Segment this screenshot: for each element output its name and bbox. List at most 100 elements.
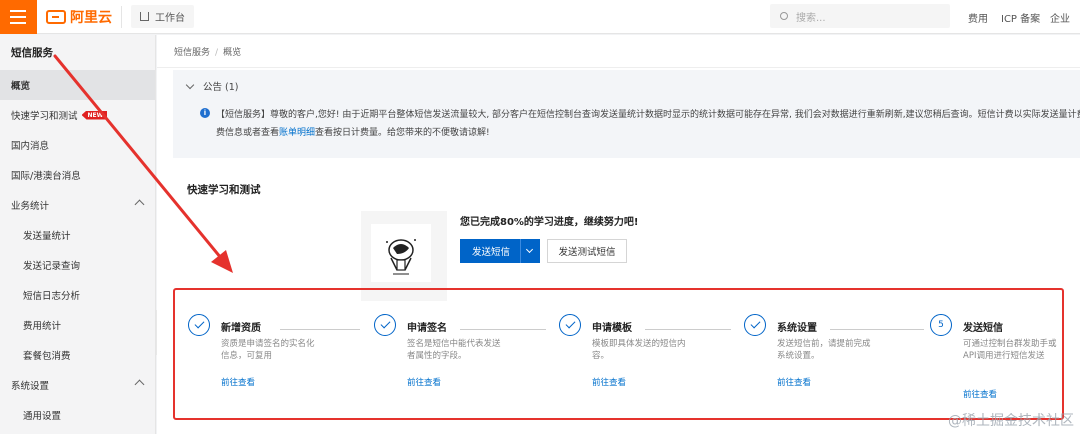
menu-line [10,10,26,12]
step-complete-indicator [744,314,766,336]
search-input[interactable]: 搜索... [770,4,950,28]
sidebar-item-cost-stats[interactable]: 费用统计 [0,310,155,340]
sidebar-item-log-analysis[interactable]: 短信日志分析 [0,280,155,310]
sidebar-item-label: 发送量统计 [23,231,71,242]
info-icon: i [200,108,210,118]
step-view-link[interactable]: 前往查看 [407,376,441,388]
sidebar-item-label: 套餐包消费 [23,351,71,362]
breadcrumb-root[interactable]: 短信服务 [174,48,210,58]
sidebar-item-label: 概览 [11,81,31,92]
announcement-text-line2: 费信息或者查看账单明细查看按日计费量。给您带来的不便敬请谅解! [216,125,490,138]
step-complete-indicator [559,314,581,336]
sidebar-item-label: 发送记录查询 [23,261,81,272]
sidebar-item-quick-learning[interactable]: 快速学习和测试 NEW [0,100,155,130]
sidebar: 短信服务 概览 快速学习和测试 NEW 国内消息 国际/港澳台消息 业务统计 发… [0,35,156,434]
chevron-up-icon [134,379,145,390]
top-link-billing[interactable]: 费用 [968,10,988,25]
sidebar-item-package-usage[interactable]: 套餐包消费 [0,340,155,370]
step-title: 系统设置 [777,323,817,334]
workbench-button[interactable]: 工作台 [131,5,194,28]
illustration-frame [371,224,431,282]
check-icon [750,318,760,329]
step-title: 申请签名 [407,323,447,334]
search-placeholder: 搜索... [796,12,826,24]
check-icon [194,318,204,329]
hamburger-menu-button[interactable] [0,0,37,34]
breadcrumb: 短信服务 / 概览 [174,45,241,58]
aliyun-logo-icon [46,10,66,24]
step-description: 可通过控制台群发助手或API调用进行短信发送 [963,339,1057,361]
sidebar-item-send-records[interactable]: 发送记录查询 [0,250,155,280]
step-title: 新增资质 [221,323,261,334]
chevron-up-icon [134,199,145,210]
step-complete-indicator [188,314,210,336]
step-connector [830,329,924,330]
sidebar-item-label: 短信日志分析 [23,291,81,302]
step-view-link[interactable]: 前往查看 [777,376,811,388]
announcement-toggle[interactable]: 公告 (1) [185,79,239,93]
sidebar-group-system-settings[interactable]: 系统设置 [0,370,155,400]
step-connector [280,329,360,330]
sidebar-item-send-volume[interactable]: 发送量统计 [0,220,155,250]
step-description: 模板即具体发送的短信内容。 [592,339,686,361]
announcement-panel: 公告 (1) i 【短信服务】尊敬的客户,您好! 由于近期平台整体短信发送流量较… [173,70,1080,158]
step-description: 资质是申请签名的实名化信息，可复用 [221,339,315,361]
sidebar-item-domestic[interactable]: 国内消息 [0,130,155,160]
section-title: 快速学习和测试 [187,184,261,196]
step-description: 发送短信前，请提前完成系统设置。 [777,339,871,361]
divider [520,239,521,263]
aliyun-logo[interactable]: 阿里云 [46,8,112,26]
check-icon [380,318,390,329]
step-title: 申请模板 [592,323,632,334]
sidebar-item-overview[interactable]: 概览 [0,70,155,100]
sidebar-item-label: 业务统计 [11,201,50,212]
announcement-text: 查看按日计费量。给您带来的不便敬请谅解! [315,128,490,138]
announcement-header: 公告 (1) [203,82,239,93]
step-complete-indicator [374,314,396,336]
step-number-indicator: 5 [930,314,952,336]
sidebar-item-label: 系统设置 [11,381,50,392]
astronaut-illustration-icon [386,239,416,275]
step-view-link[interactable]: 前往查看 [963,388,997,400]
sidebar-item-label: 快速学习和测试 [11,111,78,122]
sidebar-title: 短信服务 [11,47,53,59]
menu-line [10,22,26,24]
step-view-link[interactable]: 前往查看 [221,376,255,388]
bill-details-link[interactable]: 账单明细 [279,128,315,138]
menu-line [10,16,26,18]
chevron-down-icon[interactable] [525,245,534,254]
announcement-text: 费信息或者查看 [216,128,280,138]
top-link-enterprise[interactable]: 企业 [1050,10,1070,25]
sidebar-item-international[interactable]: 国际/港澳台消息 [0,160,155,190]
step-view-link[interactable]: 前往查看 [592,376,626,388]
top-navbar: 阿里云 工作台 搜索... 费用 ICP 备案 企业 [0,0,1080,34]
breadcrumb-current: 概览 [223,48,242,58]
step-description: 签名是短信中能代表发送者属性的字段。 [407,339,501,361]
sidebar-item-label: 国际/港澳台消息 [11,171,81,182]
workbench-label: 工作台 [155,13,185,24]
learning-progress-text: 您已完成80%的学习进度，继续努力吧! [460,217,639,228]
sidebar-item-label: 费用统计 [23,321,62,332]
check-icon [565,318,575,329]
sidebar-item-general-settings[interactable]: 通用设置 [0,400,155,430]
chevron-down-icon [185,80,195,89]
send-sms-button[interactable]: 发送短信 [460,239,540,263]
main-content: 短信服务 / 概览 公告 (1) i 【短信服务】尊敬的客户,您好! 由于近期平台整… [157,35,1080,434]
send-test-sms-button[interactable]: 发送测试短信 [547,239,627,263]
new-badge: NEW [81,110,108,120]
watermark: @稀土掘金技术社区 [948,413,1074,429]
top-link-icp[interactable]: ICP 备案 [1001,10,1040,25]
search-icon [780,12,788,20]
sidebar-item-label: 通用设置 [23,411,62,422]
announcement-text-line1: 【短信服务】尊敬的客户,您好! 由于近期平台整体短信发送流量较大, 部分客户在短… [216,110,1080,120]
onboarding-steps: 新增资质 资质是申请签名的实名化信息，可复用 前往查看 申请签名 签名是短信中能… [173,288,1064,420]
home-icon [140,12,149,21]
divider [121,6,122,28]
breadcrumb-separator: / [215,48,219,58]
divider [157,67,1080,68]
logo-text: 阿里云 [70,10,112,26]
send-sms-label: 发送短信 [472,247,511,258]
step-connector [460,329,546,330]
sidebar-group-business-stats[interactable]: 业务统计 [0,190,155,220]
step-title: 发送短信 [963,323,1003,334]
